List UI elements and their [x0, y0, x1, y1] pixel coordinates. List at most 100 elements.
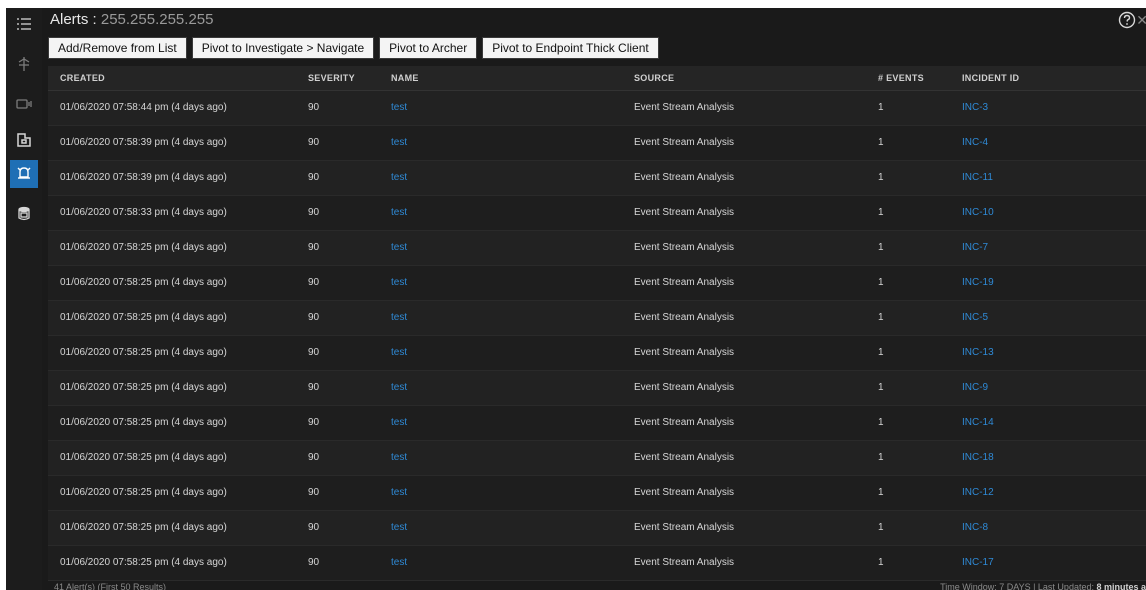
column-header-severity[interactable]: SEVERITY — [308, 66, 355, 90]
severity-cell: 90 — [308, 207, 320, 218]
list-icon[interactable] — [10, 10, 38, 38]
column-header-created[interactable]: CREATED — [60, 66, 105, 90]
investigate-icon[interactable] — [10, 126, 38, 154]
name-link[interactable]: test — [391, 126, 407, 160]
table-row[interactable]: 01/06/2020 07:58:39 pm (4 days ago) 90 tes… — [48, 126, 1146, 161]
severity-cell: 90 — [308, 347, 320, 358]
name-link[interactable]: test — [391, 196, 407, 230]
source-cell: Event Stream Analysis — [634, 277, 735, 288]
incident-id-link[interactable]: INC-12 — [962, 476, 994, 510]
title-ip: 255.255.255.255 — [100, 11, 214, 28]
events-cell: 1 — [878, 207, 884, 218]
name-link[interactable]: test — [391, 406, 407, 440]
name-link[interactable]: test — [391, 371, 407, 405]
incident-id-link[interactable]: INC-9 — [962, 371, 988, 405]
database-icon[interactable] — [10, 200, 38, 228]
name-link[interactable]: test — [391, 476, 407, 510]
created-cell: 01/06/2020 07:58:25 pm (4 days ago) — [60, 382, 227, 393]
severity-cell: 90 — [308, 102, 320, 113]
table-row[interactable]: 01/06/2020 07:58:25 pm (4 days ago) 90 tes… — [48, 476, 1146, 511]
source-cell: Event Stream Analysis — [634, 172, 735, 183]
created-cell: 01/06/2020 07:58:25 pm (4 days ago) — [60, 522, 227, 533]
events-cell: 1 — [878, 312, 884, 323]
incident-id-link[interactable]: INC-10 — [962, 196, 994, 230]
name-link[interactable]: test — [391, 231, 407, 265]
severity-cell: 90 — [308, 172, 320, 183]
name-link[interactable]: test — [391, 266, 407, 300]
navigate-icon[interactable] — [10, 50, 38, 78]
table-row[interactable]: 01/06/2020 07:58:25 pm (4 days ago) 90 tes… — [48, 406, 1146, 441]
page-title: Alerts : 255.255.255.255 — [50, 11, 213, 28]
table-row[interactable]: 01/06/2020 07:58:25 pm (4 days ago) 90 tes… — [48, 266, 1146, 301]
name-link[interactable]: test — [391, 441, 407, 475]
sidebar — [6, 8, 42, 590]
source-cell: Event Stream Analysis — [634, 137, 735, 148]
pivot-to-archer-button[interactable]: Pivot to Archer — [379, 37, 478, 59]
incident-id-link[interactable]: INC-18 — [962, 441, 994, 475]
source-cell: Event Stream Analysis — [634, 522, 735, 533]
source-cell: Event Stream Analysis — [634, 382, 735, 393]
alerts-table: CREATED SEVERITY NAME SOURCE # EVENTS IN… — [48, 66, 1146, 581]
events-cell: 1 — [878, 452, 884, 463]
name-link[interactable]: test — [391, 336, 407, 370]
created-cell: 01/06/2020 07:58:25 pm (4 days ago) — [60, 452, 227, 463]
column-header-events[interactable]: # EVENTS — [878, 66, 924, 90]
events-cell: 1 — [878, 102, 884, 113]
incident-id-link[interactable]: INC-11 — [962, 161, 993, 195]
events-cell: 1 — [878, 557, 884, 568]
created-cell: 01/06/2020 07:58:44 pm (4 days ago) — [60, 102, 227, 113]
severity-cell: 90 — [308, 557, 320, 568]
table-row[interactable]: 01/06/2020 07:58:25 pm (4 days ago) 90 tes… — [48, 301, 1146, 336]
name-link[interactable]: test — [391, 301, 407, 335]
table-row[interactable]: 01/06/2020 07:58:25 pm (4 days ago) 90 tes… — [48, 336, 1146, 371]
name-link[interactable]: test — [391, 91, 407, 125]
table-row[interactable]: 01/06/2020 07:58:44 pm (4 days ago) 90 tes… — [48, 91, 1146, 126]
created-cell: 01/06/2020 07:58:25 pm (4 days ago) — [60, 347, 227, 358]
close-icon[interactable]: ✕ — [1136, 12, 1146, 29]
created-cell: 01/06/2020 07:58:25 pm (4 days ago) — [60, 417, 227, 428]
created-cell: 01/06/2020 07:58:25 pm (4 days ago) — [60, 277, 227, 288]
severity-cell: 90 — [308, 487, 320, 498]
created-cell: 01/06/2020 07:58:25 pm (4 days ago) — [60, 487, 227, 498]
table-row[interactable]: 01/06/2020 07:58:25 pm (4 days ago) 90 tes… — [48, 371, 1146, 406]
source-cell: Event Stream Analysis — [634, 487, 735, 498]
table-row[interactable]: 01/06/2020 07:58:39 pm (4 days ago) 90 tes… — [48, 161, 1146, 196]
pivot-to-endpoint-button[interactable]: Pivot to Endpoint Thick Client — [482, 37, 659, 59]
table-row[interactable]: 01/06/2020 07:58:25 pm (4 days ago) 90 tes… — [48, 546, 1146, 581]
incident-id-link[interactable]: INC-8 — [962, 511, 988, 545]
events-cell: 1 — [878, 487, 884, 498]
source-cell: Event Stream Analysis — [634, 102, 735, 113]
table-row[interactable]: 01/06/2020 07:58:25 pm (4 days ago) 90 tes… — [48, 441, 1146, 476]
incident-id-link[interactable]: INC-7 — [962, 231, 988, 265]
column-header-source[interactable]: SOURCE — [634, 66, 674, 90]
events-icon[interactable] — [10, 90, 38, 118]
add-remove-from-list-button[interactable]: Add/Remove from List — [48, 37, 187, 59]
help-icon[interactable] — [1118, 11, 1136, 29]
column-header-name[interactable]: NAME — [391, 66, 419, 90]
incident-id-link[interactable]: INC-14 — [962, 406, 994, 440]
pivot-to-investigate-button[interactable]: Pivot to Investigate > Navigate — [191, 37, 375, 59]
table-row[interactable]: 01/06/2020 07:58:25 pm (4 days ago) 90 tes… — [48, 231, 1146, 266]
severity-cell: 90 — [308, 522, 320, 533]
name-link[interactable]: test — [391, 546, 407, 580]
source-cell: Event Stream Analysis — [634, 207, 735, 218]
table-row[interactable]: 01/06/2020 07:58:25 pm (4 days ago) 90 tes… — [48, 511, 1146, 546]
table-row[interactable]: 01/06/2020 07:58:33 pm (4 days ago) 90 tes… — [48, 196, 1146, 231]
incident-id-link[interactable]: INC-19 — [962, 266, 994, 300]
alerts-icon[interactable] — [10, 160, 38, 188]
incident-id-link[interactable]: INC-3 — [962, 91, 988, 125]
events-cell: 1 — [878, 382, 884, 393]
source-cell: Event Stream Analysis — [634, 312, 735, 323]
name-link[interactable]: test — [391, 161, 407, 195]
severity-cell: 90 — [308, 452, 320, 463]
incident-id-link[interactable]: INC-17 — [962, 546, 994, 580]
events-cell: 1 — [878, 417, 884, 428]
severity-cell: 90 — [308, 417, 320, 428]
column-header-incident-id[interactable]: INCIDENT ID — [962, 66, 1019, 90]
incident-id-link[interactable]: INC-5 — [962, 301, 988, 335]
header: Alerts : 255.255.255.255 ✕ — [42, 8, 1146, 32]
incident-id-link[interactable]: INC-4 — [962, 126, 988, 160]
source-cell: Event Stream Analysis — [634, 452, 735, 463]
incident-id-link[interactable]: INC-13 — [962, 336, 994, 370]
name-link[interactable]: test — [391, 511, 407, 545]
